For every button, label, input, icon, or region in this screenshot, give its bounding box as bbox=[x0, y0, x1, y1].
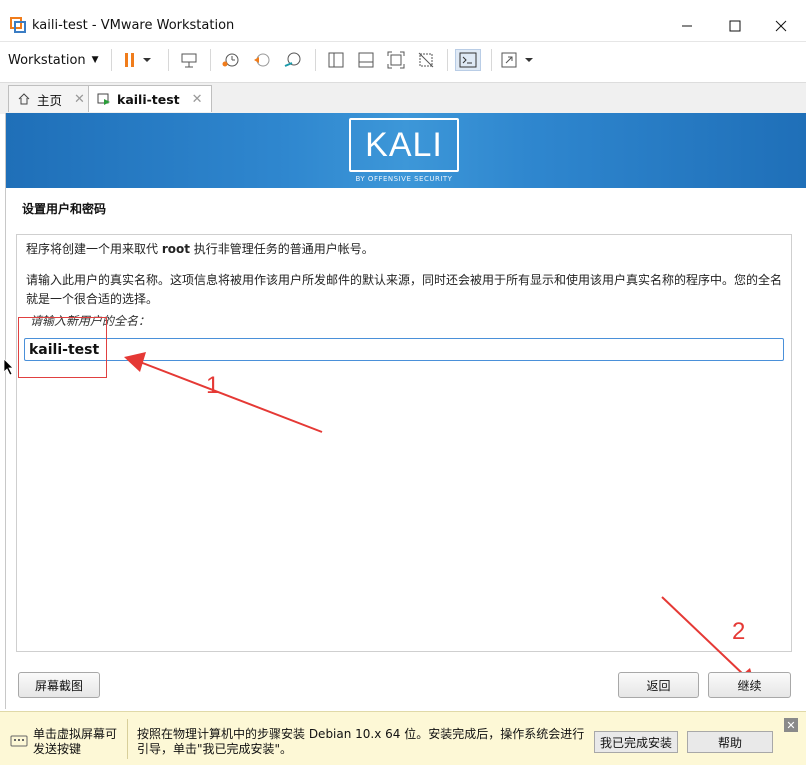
hint-divider bbox=[127, 719, 128, 759]
annotation-arrows bbox=[124, 352, 756, 688]
mouse-pointer-icon bbox=[3, 358, 14, 376]
continue-button[interactable]: 继续 bbox=[708, 672, 791, 698]
help-button[interactable]: 帮助 bbox=[687, 731, 773, 753]
keyboard-click-icon bbox=[10, 735, 28, 747]
annotation-arrow-1 bbox=[139, 361, 323, 433]
back-button[interactable]: 返回 bbox=[618, 672, 699, 698]
annotation-arrowhead-1 bbox=[124, 352, 146, 372]
finished-install-button[interactable]: 我已完成安装 bbox=[594, 731, 678, 753]
screenshot-button[interactable]: 屏幕截图 bbox=[18, 672, 100, 698]
install-instructions: 按照在物理计算机中的步骤安装 Debian 10.x 64 位。安装完成后，操作… bbox=[137, 727, 585, 756]
click-to-send-keys-hint: 单击虚拟屏幕可发送按键 bbox=[33, 727, 118, 756]
annotation-marker-1: 1 bbox=[206, 372, 220, 399]
hint-close-icon[interactable]: ✕ bbox=[784, 718, 798, 732]
annotation-marker-2: 2 bbox=[732, 618, 746, 645]
